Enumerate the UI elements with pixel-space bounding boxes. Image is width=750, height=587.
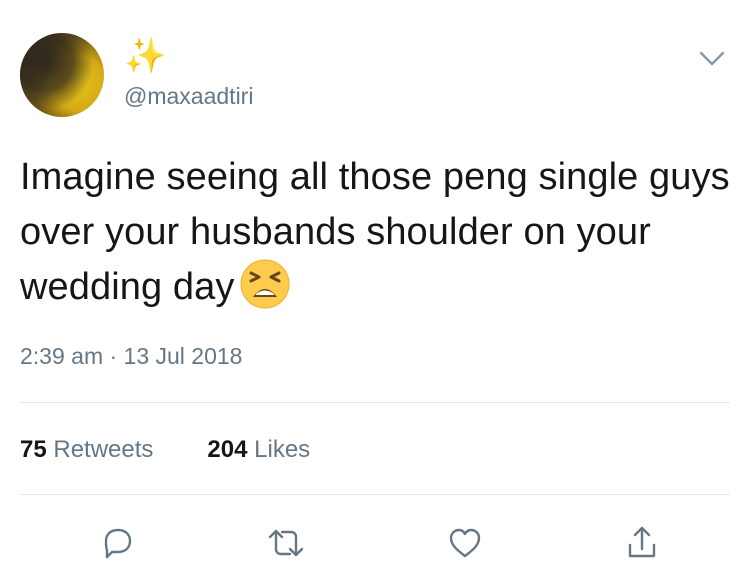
- divider-bottom: [20, 494, 730, 495]
- likes-stat[interactable]: 204 Likes: [207, 434, 310, 466]
- tired-face-emoji: [240, 259, 290, 309]
- retweets-stat[interactable]: 75 Retweets: [20, 434, 153, 466]
- likes-count: 204: [207, 436, 248, 463]
- avatar-shade: [20, 33, 104, 117]
- reply-icon[interactable]: [90, 515, 146, 571]
- user-handle[interactable]: @maxaadtiri: [124, 82, 253, 110]
- retweets-count: 75: [20, 436, 47, 463]
- display-name[interactable]: ✨: [124, 38, 166, 74]
- chevron-down-icon[interactable]: [698, 44, 726, 72]
- share-icon[interactable]: [614, 515, 670, 571]
- tweet-timestamp[interactable]: 2:39 am · 13 Jul 2018: [20, 341, 242, 371]
- divider-top: [20, 402, 730, 403]
- retweet-icon[interactable]: [258, 515, 314, 571]
- tweet-text: Imagine seeing all those peng single guy…: [20, 150, 730, 315]
- likes-label: Likes: [254, 436, 311, 463]
- tweet-text-content: Imagine seeing all those peng single guy…: [20, 156, 730, 308]
- tweet-stats: 75 Retweets 204 Likes: [20, 434, 364, 466]
- heart-icon[interactable]: [437, 515, 493, 571]
- retweets-label: Retweets: [53, 436, 154, 463]
- action-bar: [0, 515, 750, 575]
- avatar[interactable]: [20, 33, 104, 117]
